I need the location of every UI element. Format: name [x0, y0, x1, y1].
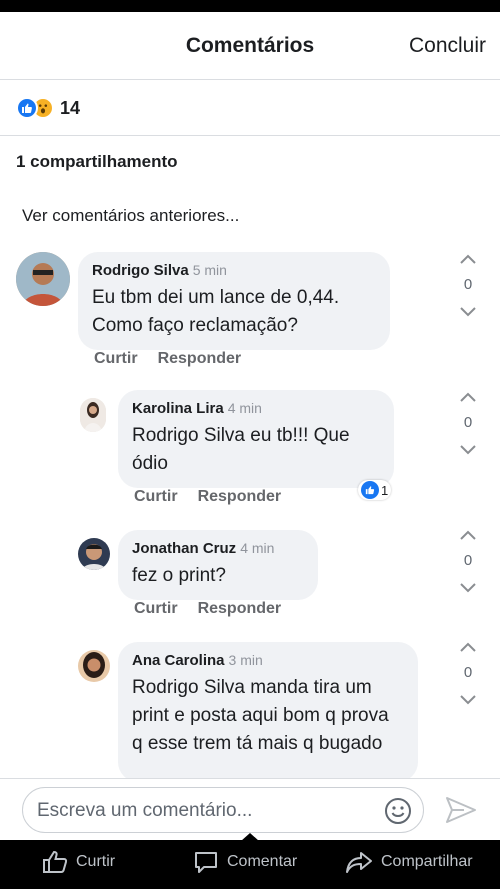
comment-actions: Curtir Responder [134, 600, 281, 618]
thumbs-up-icon [43, 850, 68, 873]
downvote-icon[interactable] [453, 691, 483, 709]
upvote-icon[interactable] [453, 638, 483, 656]
tab-like-label: Curtir [76, 853, 116, 870]
vote-control: 0 [453, 250, 483, 321]
tab-share-label: Compartilhar [381, 853, 473, 870]
upvote-icon[interactable] [453, 526, 483, 544]
comment-author[interactable]: Ana Carolina [132, 652, 225, 669]
reply-button[interactable]: Responder [158, 350, 242, 368]
comment-input-box[interactable] [22, 787, 424, 833]
bottom-action-bar: Curtir Comentar Compartilhar [0, 840, 500, 889]
comment-time: 3 min [228, 652, 263, 668]
avatar[interactable] [78, 650, 110, 682]
comment-reaction-badge[interactable]: 1 [358, 480, 392, 500]
like-reaction-icon [361, 481, 379, 499]
send-icon[interactable] [444, 795, 478, 825]
upvote-icon[interactable] [453, 388, 483, 406]
comment-author[interactable]: Jonathan Cruz [132, 540, 236, 557]
comment-bubble: Rodrigo Silva 5 min Eu tbm dei um lance d… [78, 252, 390, 350]
comment-text: Rodrigo Silva manda tira um print e post… [132, 677, 389, 754]
comment-bubble-icon [195, 852, 217, 873]
vote-control: 0 [453, 638, 483, 709]
vote-score: 0 [463, 664, 473, 681]
downvote-icon[interactable] [453, 441, 483, 459]
reply-button[interactable]: Responder [198, 600, 282, 618]
comment-reaction-count: 1 [381, 482, 389, 498]
divider [0, 135, 500, 136]
comment-time: 4 min [240, 540, 275, 556]
downvote-icon[interactable] [453, 303, 483, 321]
vote-control: 0 [453, 526, 483, 597]
downvote-icon[interactable] [453, 579, 483, 597]
comment-text: Eu tbm dei um lance de 0,44. Como faço r… [92, 287, 340, 336]
comment-text: Rodrigo Silva eu tb!!! Que ódio [132, 425, 350, 474]
comment-composer [0, 778, 500, 840]
tab-share[interactable]: Compartilhar [345, 850, 473, 874]
like-button[interactable]: Curtir [94, 350, 138, 368]
reactions-summary[interactable]: 14 [16, 96, 80, 120]
comment-input[interactable] [37, 798, 367, 824]
comment-bubble: Jonathan Cruz 4 min fez o print? [118, 530, 318, 600]
done-button[interactable]: Concluir [409, 34, 486, 58]
emoji-icon[interactable] [383, 796, 413, 826]
tab-comment[interactable]: Comentar [193, 850, 297, 874]
vote-score: 0 [463, 414, 473, 431]
upvote-icon[interactable] [453, 250, 483, 268]
tab-comment-label: Comentar [227, 853, 298, 870]
vote-score: 0 [463, 552, 473, 569]
like-button[interactable]: Curtir [134, 600, 178, 618]
reply-button[interactable]: Responder [198, 488, 282, 506]
comment-bubble: Ana Carolina 3 min Rodrigo Silva manda ti… [118, 642, 418, 782]
like-button[interactable]: Curtir [134, 488, 178, 506]
like-reaction-icon [16, 97, 38, 119]
avatar[interactable] [16, 252, 70, 306]
comment-text: fez o print? [132, 565, 226, 586]
header: Comentários Concluir [0, 12, 500, 80]
avatar[interactable] [80, 398, 106, 432]
comment-bubble: Karolina Lira 4 min Rodrigo Silva eu tb!!… [118, 390, 394, 488]
tab-like[interactable]: Curtir [42, 850, 115, 874]
comment-time: 5 min [192, 262, 227, 278]
vote-score: 0 [463, 276, 473, 293]
shares-count[interactable]: 1 compartilhamento [16, 152, 178, 172]
comment-author[interactable]: Rodrigo Silva [92, 262, 189, 279]
comment-time: 4 min [227, 400, 262, 416]
view-previous-comments-link[interactable]: Ver comentários anteriores... [22, 206, 239, 226]
share-arrow-icon [346, 852, 372, 873]
vote-control: 0 [453, 388, 483, 459]
avatar[interactable] [78, 538, 110, 570]
comment-author[interactable]: Karolina Lira [132, 400, 224, 417]
reaction-count: 14 [60, 97, 81, 118]
comment-actions: Curtir Responder [94, 350, 241, 368]
status-bar [0, 0, 500, 12]
comment-actions: Curtir Responder [134, 488, 281, 506]
